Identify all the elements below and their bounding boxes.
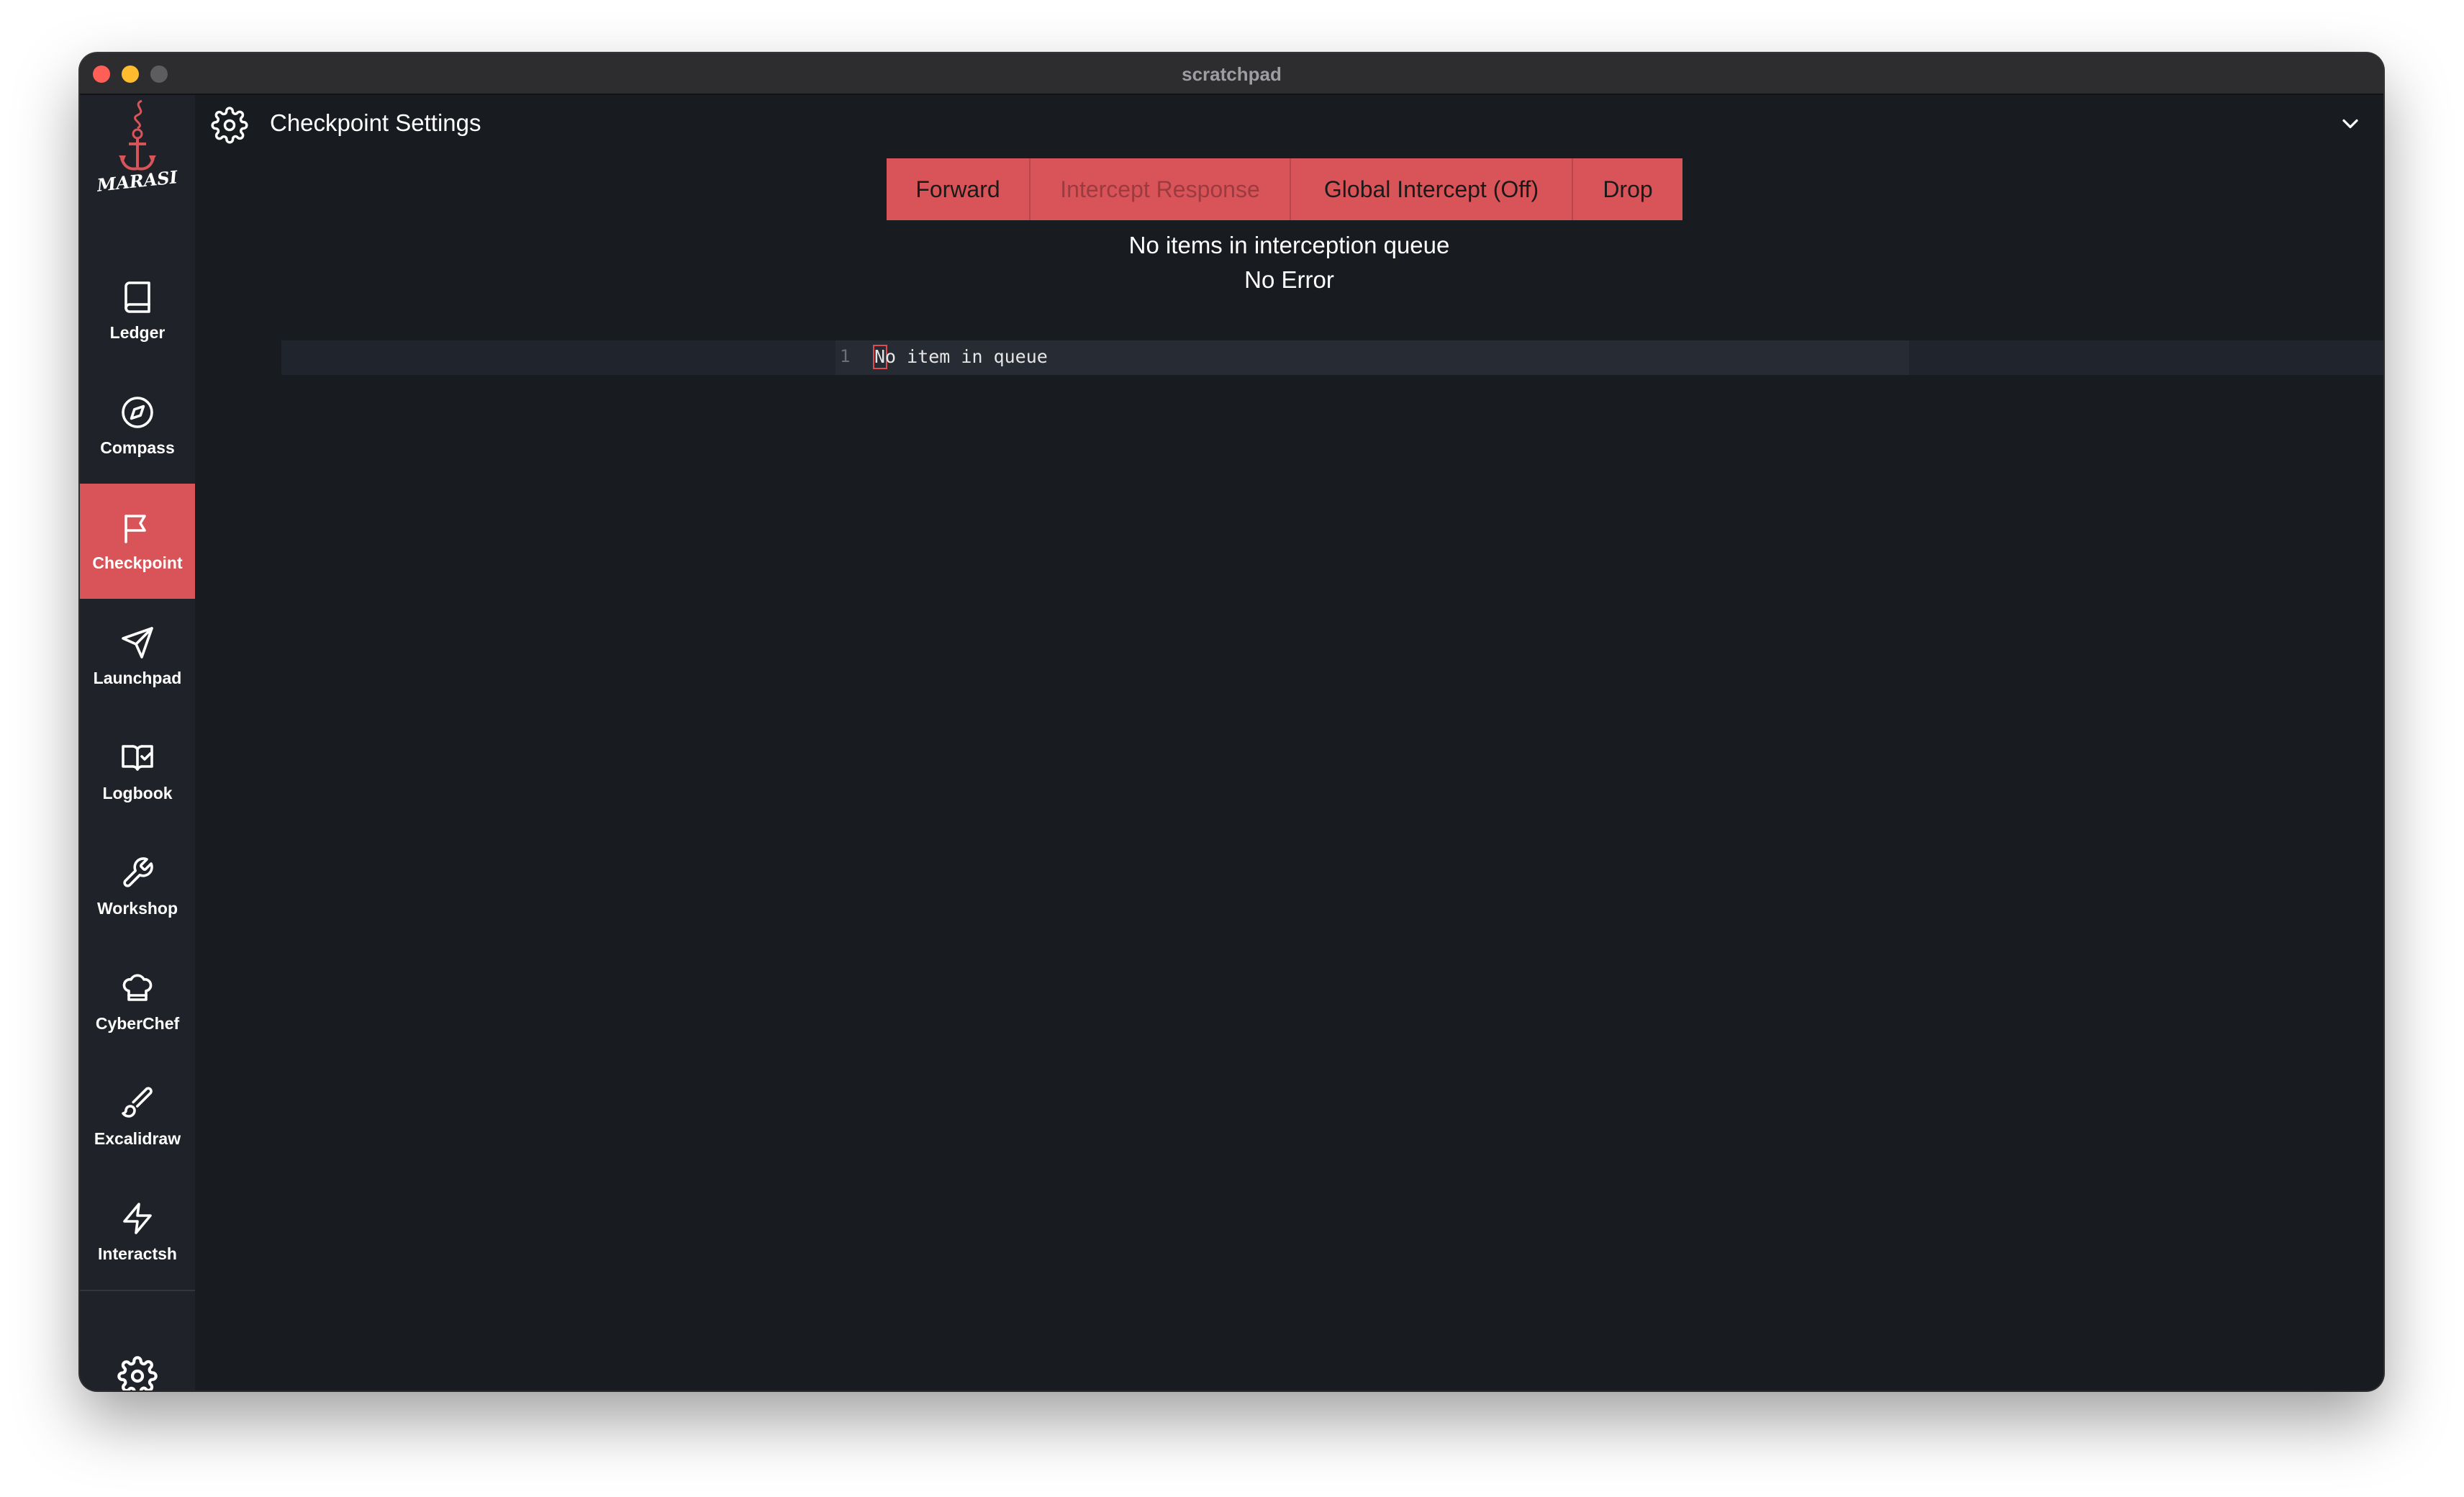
- gear-icon[interactable]: [211, 107, 248, 144]
- sidebar: MARASI Ledger Compass Checkpoint Launchp: [80, 95, 195, 1390]
- book-check-icon: [122, 744, 153, 771]
- sidebar-item-label: CyberChef: [95, 1013, 180, 1033]
- sidebar-item-compass[interactable]: Compass: [80, 368, 195, 484]
- chevron-down-icon[interactable]: [2337, 111, 2363, 137]
- sidebar-item-interactsh[interactable]: Interactsh: [80, 1175, 195, 1290]
- svg-text:MARASI: MARASI: [95, 166, 178, 191]
- book-icon: [124, 281, 150, 313]
- sidebar-item-ledger[interactable]: Ledger: [80, 253, 195, 368]
- error-status: No Error: [1244, 266, 1334, 293]
- sidebar-item-label: Interactsh: [98, 1244, 177, 1263]
- sidebar-item-label: Logbook: [102, 783, 173, 802]
- drop-button[interactable]: Drop: [1573, 158, 1682, 220]
- intercept-toolbar: Forward Intercept Response Global Interc…: [887, 158, 1682, 220]
- sidebar-item-workshop[interactable]: Workshop: [80, 829, 195, 944]
- sidebar-divider: [80, 1290, 195, 1291]
- sidebar-item-cyberchef[interactable]: CyberChef: [80, 944, 195, 1059]
- sidebar-item-logbook[interactable]: Logbook: [80, 714, 195, 829]
- sidebar-item-label: Ledger: [109, 322, 166, 342]
- queue-status: No items in interception queue: [1128, 232, 1450, 258]
- sidebar-item-launchpad[interactable]: Launchpad: [80, 599, 195, 714]
- sidebar-item-label: Workshop: [96, 898, 178, 918]
- line-number: 1: [840, 346, 851, 366]
- brush-icon: [122, 1086, 153, 1118]
- global-intercept-toggle[interactable]: Global Intercept (Off): [1291, 158, 1573, 220]
- code-editor[interactable]: 1 No item in queue: [281, 340, 2383, 375]
- sidebar-item-label: Compass: [100, 438, 175, 457]
- main-panel: Checkpoint Settings Forward Intercept Re…: [195, 95, 2383, 1390]
- sidebar-item-checkpoint[interactable]: Checkpoint: [80, 484, 195, 599]
- sidebar-item-label: Excalidraw: [94, 1129, 181, 1148]
- gear-icon[interactable]: [117, 1356, 158, 1390]
- chef-hat-icon: [122, 974, 153, 1001]
- intercept-response-button[interactable]: Intercept Response: [1031, 158, 1291, 220]
- compass-icon: [122, 396, 153, 428]
- window-title: scratchpad: [1182, 63, 1282, 85]
- sidebar-item-label: Launchpad: [93, 668, 182, 687]
- sidebar-item-label: Checkpoint: [92, 553, 183, 572]
- app-window: scratchpad MARASI Ledger Compass Checkpo…: [80, 53, 2383, 1390]
- page-title[interactable]: Checkpoint Settings: [270, 109, 481, 137]
- marasi-logo[interactable]: MARASI: [94, 98, 181, 191]
- title-bar: scratchpad: [80, 53, 2383, 95]
- forward-button[interactable]: Forward: [887, 158, 1031, 220]
- sidebar-item-excalidraw[interactable]: Excalidraw: [80, 1059, 195, 1175]
- flag-icon: [124, 514, 146, 543]
- wrench-icon: [123, 856, 153, 887]
- editor-content[interactable]: No item in queue: [874, 346, 1048, 367]
- zap-icon: [123, 1202, 152, 1234]
- send-icon: [122, 626, 153, 659]
